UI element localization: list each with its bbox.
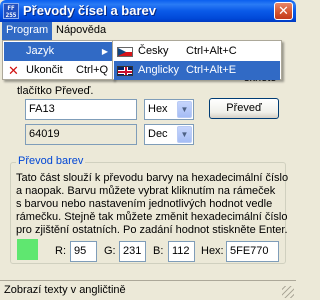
submenu-arrow-icon: ▶ (101, 47, 108, 56)
title-bar[interactable]: FF 255 Převody čísel a barev ✕ (0, 0, 296, 22)
number-input[interactable]: FA13 (25, 99, 137, 120)
description-line: a naopak. Barvu můžete vybrat kliknutím … (16, 185, 276, 197)
g-input[interactable]: 231 (119, 241, 146, 262)
color-description: Tato část slouží k převodu barvy na hexa… (16, 172, 289, 237)
menu-item-english-shortcut: Ctrl+Alt+E (186, 64, 237, 76)
output-base-select[interactable]: Dec ▼ (144, 124, 194, 145)
menu-bar: Program Nápověda (0, 22, 296, 40)
czech-flag-icon (117, 47, 133, 57)
close-icon: ✕ (278, 3, 289, 18)
convert-button[interactable]: Převeď (209, 98, 279, 119)
chevron-down-icon[interactable]: ▼ (177, 126, 192, 143)
program-menu: Jazyk ▶ ✕ Ukončit Ctrl+Q (2, 40, 114, 80)
description-line: pro zjištění ostatních. Po zadání hodnot… (16, 224, 288, 236)
menu-item-quit-label: Ukončit (26, 64, 63, 76)
output-base-value: Dec (148, 128, 168, 140)
g-label: G: (104, 245, 116, 257)
app-icon: FF 255 (3, 3, 19, 19)
hex-label: Hex: (201, 245, 224, 257)
menu-item-language[interactable]: Jazyk ▶ (4, 42, 112, 61)
number-output: 64019 (25, 124, 137, 145)
input-base-value: Hex (148, 103, 168, 115)
instruction-text-line2: tlačítko Převeď. (17, 85, 94, 97)
menu-item-quit-shortcut: Ctrl+Q (76, 64, 109, 76)
status-bar: Zobrazí texty v angličtině (0, 280, 296, 300)
menu-item-quit[interactable]: ✕ Ukončit Ctrl+Q (4, 61, 112, 80)
description-line: s barvou nebo nastavením jednotlivých ho… (16, 198, 273, 210)
color-group-title: Převod barev (16, 155, 86, 167)
b-input[interactable]: 112 (168, 241, 195, 262)
description-line: rámečku. Stejně tak můžete změnit hexade… (16, 211, 288, 223)
menu-item-czech-label: Česky (138, 45, 169, 57)
menu-item-language-label: Jazyk (26, 45, 55, 57)
menu-program[interactable]: Program (2, 22, 53, 40)
input-base-select[interactable]: Hex ▼ (144, 99, 194, 120)
window-title: Převody čísel a barev (23, 3, 156, 18)
close-button[interactable]: ✕ (274, 2, 293, 20)
color-swatch[interactable] (17, 239, 38, 260)
menu-item-english-label: Anglicky (138, 64, 179, 76)
menu-item-english[interactable]: Anglicky Ctrl+Alt+E (114, 61, 280, 80)
menu-help[interactable]: Nápověda (52, 22, 110, 40)
chevron-down-icon[interactable]: ▼ (177, 101, 192, 118)
quit-icon: ✕ (8, 63, 19, 78)
uk-flag-icon (117, 66, 133, 76)
r-input[interactable]: 95 (70, 241, 97, 262)
menu-item-czech[interactable]: Česky Ctrl+Alt+C (114, 42, 280, 61)
r-label: R: (55, 245, 66, 257)
resize-grip[interactable] (282, 286, 294, 298)
description-line: Tato část slouží k převodu barvy na hexa… (16, 172, 289, 184)
menu-item-czech-shortcut: Ctrl+Alt+C (186, 45, 237, 57)
language-submenu: Česky Ctrl+Alt+C Anglicky Ctrl+Alt+E (112, 40, 282, 80)
b-label: B: (153, 245, 164, 257)
status-text: Zobrazí texty v angličtině (4, 284, 126, 296)
hex-input[interactable]: 5FE770 (226, 241, 279, 262)
